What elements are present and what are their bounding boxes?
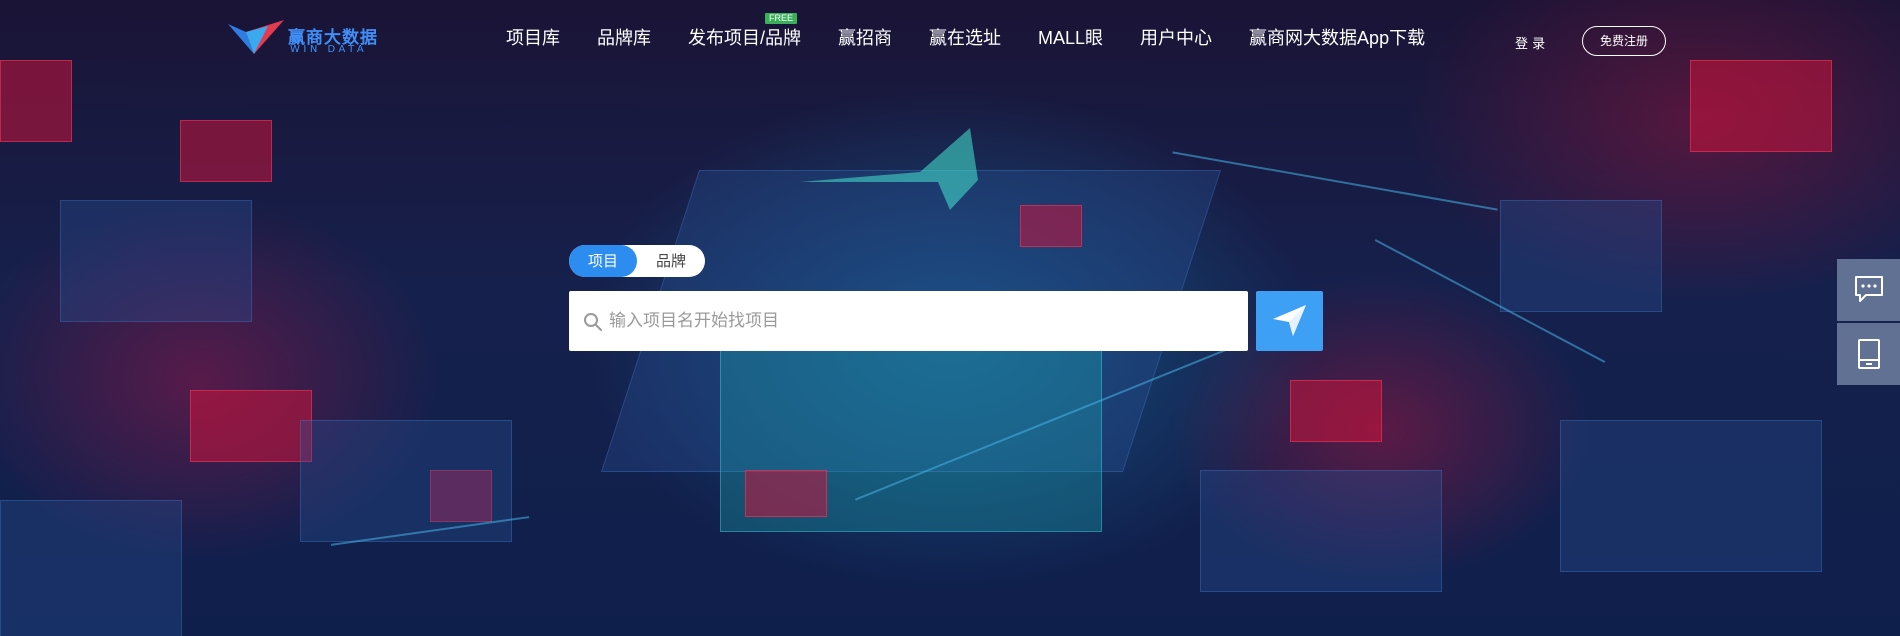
nav-item-win-investment[interactable]: 赢招商 — [838, 26, 892, 50]
site-logo[interactable]: 赢商大数据 WIN DATA — [228, 20, 378, 60]
nav-item-site-selection[interactable]: 赢在选址 — [929, 26, 1001, 50]
tab-project[interactable]: 项目 — [569, 245, 637, 277]
side-chat-button[interactable] — [1837, 259, 1900, 321]
chat-bubble-icon — [1855, 276, 1883, 302]
free-badge: FREE — [765, 13, 798, 24]
search-icon — [584, 313, 602, 331]
search-submit-button[interactable] — [1256, 291, 1323, 351]
search-type-toggle: 项目 品牌 — [569, 245, 705, 277]
nav-item-user-center[interactable]: 用户中心 — [1140, 26, 1212, 50]
nav-item-publish-label: 发布项目/品牌 — [688, 28, 802, 48]
main-nav: 项目库 品牌库 发布项目/品牌 FREE 赢招商 赢在选址 MALL眼 用户中心… — [506, 13, 1425, 50]
tab-brand[interactable]: 品牌 — [637, 245, 705, 277]
search-input[interactable] — [609, 291, 1229, 351]
nav-item-mall-eye[interactable]: MALL眼 — [1038, 26, 1103, 50]
mobile-app-icon — [1858, 339, 1880, 369]
nav-item-project-library[interactable]: 项目库 — [506, 26, 560, 50]
glow-arrow-shape — [800, 128, 978, 210]
nav-item-brand-library[interactable]: 品牌库 — [597, 26, 651, 50]
nav-item-app-download[interactable]: 赢商网大数据App下载 — [1249, 26, 1425, 50]
nav-item-publish[interactable]: 发布项目/品牌 FREE — [688, 13, 802, 50]
side-app-button[interactable] — [1837, 323, 1900, 385]
top-header: 赢商大数据 WIN DATA 项目库 品牌库 发布项目/品牌 FREE 赢招商 … — [0, 0, 1900, 80]
register-button[interactable]: 免费注册 — [1582, 26, 1666, 56]
paper-plane-icon — [1273, 305, 1306, 336]
login-link[interactable]: 登 录 — [1515, 33, 1545, 52]
logo-icon — [228, 20, 284, 54]
search-box — [569, 291, 1248, 351]
logo-brand-en: WIN DATA — [290, 44, 368, 55]
